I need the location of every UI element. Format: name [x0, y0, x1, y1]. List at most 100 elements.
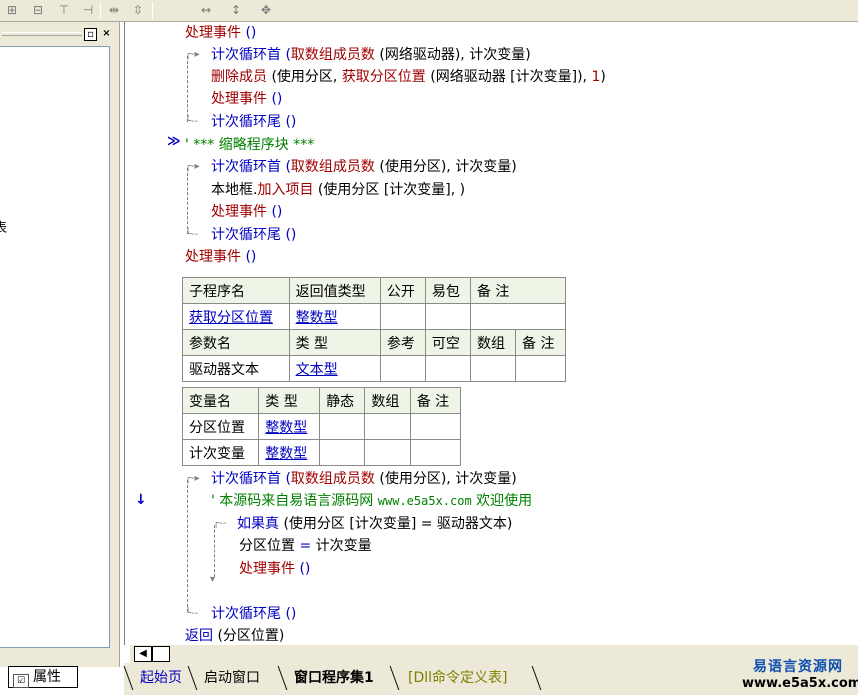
- align-left-icon[interactable]: ⊞: [2, 1, 22, 20]
- code-token: 计次循环首: [211, 47, 281, 63]
- code-token: (使用分区), 计次变量): [374, 471, 517, 487]
- table-cell[interactable]: [469, 355, 517, 382]
- code-token: 取数组成员数: [290, 159, 375, 175]
- scroll-thumb[interactable]: [152, 646, 170, 662]
- code-comment: 欢迎使用: [471, 493, 533, 509]
- code-editor[interactable]: ≫ ↓ 处理事件 () ┌-▸ 计次循环首 (取数组成员数 (网络驱动器), 计…: [124, 22, 858, 645]
- watermark-url: www.e5a5x.com: [742, 676, 858, 691]
- table-cell[interactable]: [409, 413, 462, 440]
- tab-dll-commands[interactable]: [Dll命令定义表]: [408, 666, 507, 690]
- code-line[interactable]: ' *** 缩略程序块 ***: [185, 134, 314, 156]
- code-line[interactable]: 处理事件 (): [239, 558, 310, 580]
- code-token: (: [281, 159, 291, 175]
- table-cell[interactable]: [319, 413, 366, 440]
- param-type-cell[interactable]: 文本型: [288, 355, 381, 382]
- code-token: 本地框.: [211, 182, 258, 198]
- align-right-icon[interactable]: ⊣: [78, 1, 98, 20]
- code-line[interactable]: 处理事件 (): [185, 246, 256, 268]
- code-token: (): [281, 227, 297, 243]
- panel-grip[interactable]: [2, 32, 82, 36]
- table-cell[interactable]: [319, 439, 366, 466]
- subroutine-name-cell[interactable]: 获取分区位置: [182, 303, 290, 330]
- tab-separator: [531, 666, 553, 690]
- table-cell[interactable]: [469, 303, 567, 330]
- header-cell: 子程序名: [182, 277, 290, 304]
- table-cell[interactable]: [364, 439, 411, 466]
- code-line[interactable]: ' 本源码来自易语言源码网 www.e5a5x.com 欢迎使用: [211, 490, 532, 512]
- code-line[interactable]: 删除成员 (使用分区, 获取分区位置 (网络驱动器 [计次变量]), 1): [211, 66, 606, 88]
- table-cell[interactable]: [379, 303, 426, 330]
- var-name-cell[interactable]: 分区位置: [181, 413, 260, 440]
- code-token: =: [299, 538, 312, 554]
- header-cell: 变量名: [181, 387, 260, 414]
- align-center-icon[interactable]: ⊟: [28, 1, 48, 20]
- scroll-left-icon[interactable]: ◀: [134, 646, 152, 662]
- var-type-cell[interactable]: 整数型: [258, 413, 321, 440]
- header-cell: 数组: [469, 329, 517, 356]
- tab-program-set[interactable]: 窗口程序集1: [294, 666, 374, 690]
- code-token: (): [241, 249, 257, 265]
- code-token: 取数组成员数: [290, 471, 375, 487]
- code-token: (: [281, 47, 291, 63]
- same-size-icon[interactable]: ✥: [256, 1, 276, 20]
- code-line[interactable]: 处理事件 (): [211, 88, 282, 110]
- code-token: ): [600, 69, 606, 85]
- restore-icon[interactable]: ▫: [84, 28, 97, 41]
- align-top-icon[interactable]: ⊤: [54, 1, 74, 20]
- header-cell: 返回值类型: [288, 277, 381, 304]
- same-width-icon[interactable]: ↔: [196, 1, 216, 20]
- var-name-cell[interactable]: 计次变量: [181, 439, 260, 466]
- code-token: (使用分区,: [267, 69, 342, 85]
- loop-end-icon: └--: [185, 229, 199, 240]
- loop-end-icon: └--: [185, 116, 199, 127]
- space-vertical-icon[interactable]: ⇳: [128, 1, 148, 20]
- code-line[interactable]: 返回 (分区位置): [185, 625, 284, 647]
- table-header-row: 参数名 类 型 参考 可空 数组 备 注: [182, 329, 566, 356]
- code-line[interactable]: ┌-- 如果真 (使用分区 [计次变量] = 驱动器文本): [213, 513, 512, 535]
- code-line[interactable]: 分区位置 = 计次变量: [239, 535, 372, 557]
- code-line[interactable]: 本地框.加入项目 (使用分区 [计次变量], ): [211, 179, 465, 201]
- tab-start-window[interactable]: 启动窗口: [204, 666, 260, 690]
- code-line[interactable]: ┌-▸ 计次循环首 (取数组成员数 (使用分区), 计次变量): [185, 468, 517, 490]
- code-token: 如果真: [237, 516, 279, 532]
- table-cell[interactable]: [379, 355, 426, 382]
- watermark-title: 易语言资源网: [753, 659, 843, 675]
- space-horizontal-icon[interactable]: ⇹: [104, 1, 124, 20]
- loop-end-icon: └--: [185, 608, 199, 619]
- code-token: (): [281, 114, 297, 130]
- code-line[interactable]: └-- 计次循环尾 (): [185, 224, 297, 246]
- properties-tab[interactable]: ☑ 属性: [8, 666, 78, 688]
- collapse-marker-icon[interactable]: ≫: [167, 134, 181, 149]
- code-token: 获取分区位置: [341, 69, 426, 85]
- code-line[interactable]: ┌-▸ 计次循环首 (取数组成员数 (使用分区), 计次变量): [185, 156, 517, 178]
- code-token: 计次循环首: [211, 159, 281, 175]
- tab-start-page[interactable]: 起始页: [140, 666, 182, 690]
- same-height-icon[interactable]: ↕: [226, 1, 246, 20]
- panel-titlebar[interactable]: ▫ ×: [0, 24, 118, 44]
- header-cell: 易包: [424, 277, 471, 304]
- table-cell[interactable]: [409, 439, 462, 466]
- table-cell[interactable]: [424, 355, 471, 382]
- table-cell[interactable]: [424, 303, 471, 330]
- code-token: (): [281, 606, 297, 622]
- param-name-cell[interactable]: 驱动器文本: [182, 355, 290, 382]
- header-cell: 备 注: [515, 329, 566, 356]
- code-token: (使用分区), 计次变量): [374, 159, 517, 175]
- return-type-cell[interactable]: 整数型: [288, 303, 381, 330]
- close-icon[interactable]: ×: [100, 28, 113, 41]
- code-line[interactable]: 处理事件 (): [185, 22, 256, 44]
- var-type-cell[interactable]: 整数型: [258, 439, 321, 466]
- code-token: (): [241, 25, 257, 41]
- table-cell[interactable]: [364, 413, 411, 440]
- code-token: 处理事件: [185, 249, 241, 265]
- code-line[interactable]: ┌-▸ 计次循环首 (取数组成员数 (网络驱动器), 计次变量): [185, 44, 531, 66]
- code-line[interactable]: └-- 计次循环尾 (): [185, 111, 297, 133]
- code-comment: www.e5a5x.com: [377, 494, 472, 508]
- code-token: (使用分区 [计次变量], ): [313, 182, 466, 198]
- table-cell[interactable]: [515, 355, 566, 382]
- loop-arrow-icon: ┌-▸: [185, 473, 200, 484]
- table-row: 驱动器文本 文本型: [182, 355, 566, 382]
- code-line[interactable]: 处理事件 (): [211, 201, 282, 223]
- code-line[interactable]: └-- 计次循环尾 (): [185, 603, 297, 625]
- code-token: (网络驱动器), 计次变量): [374, 47, 531, 63]
